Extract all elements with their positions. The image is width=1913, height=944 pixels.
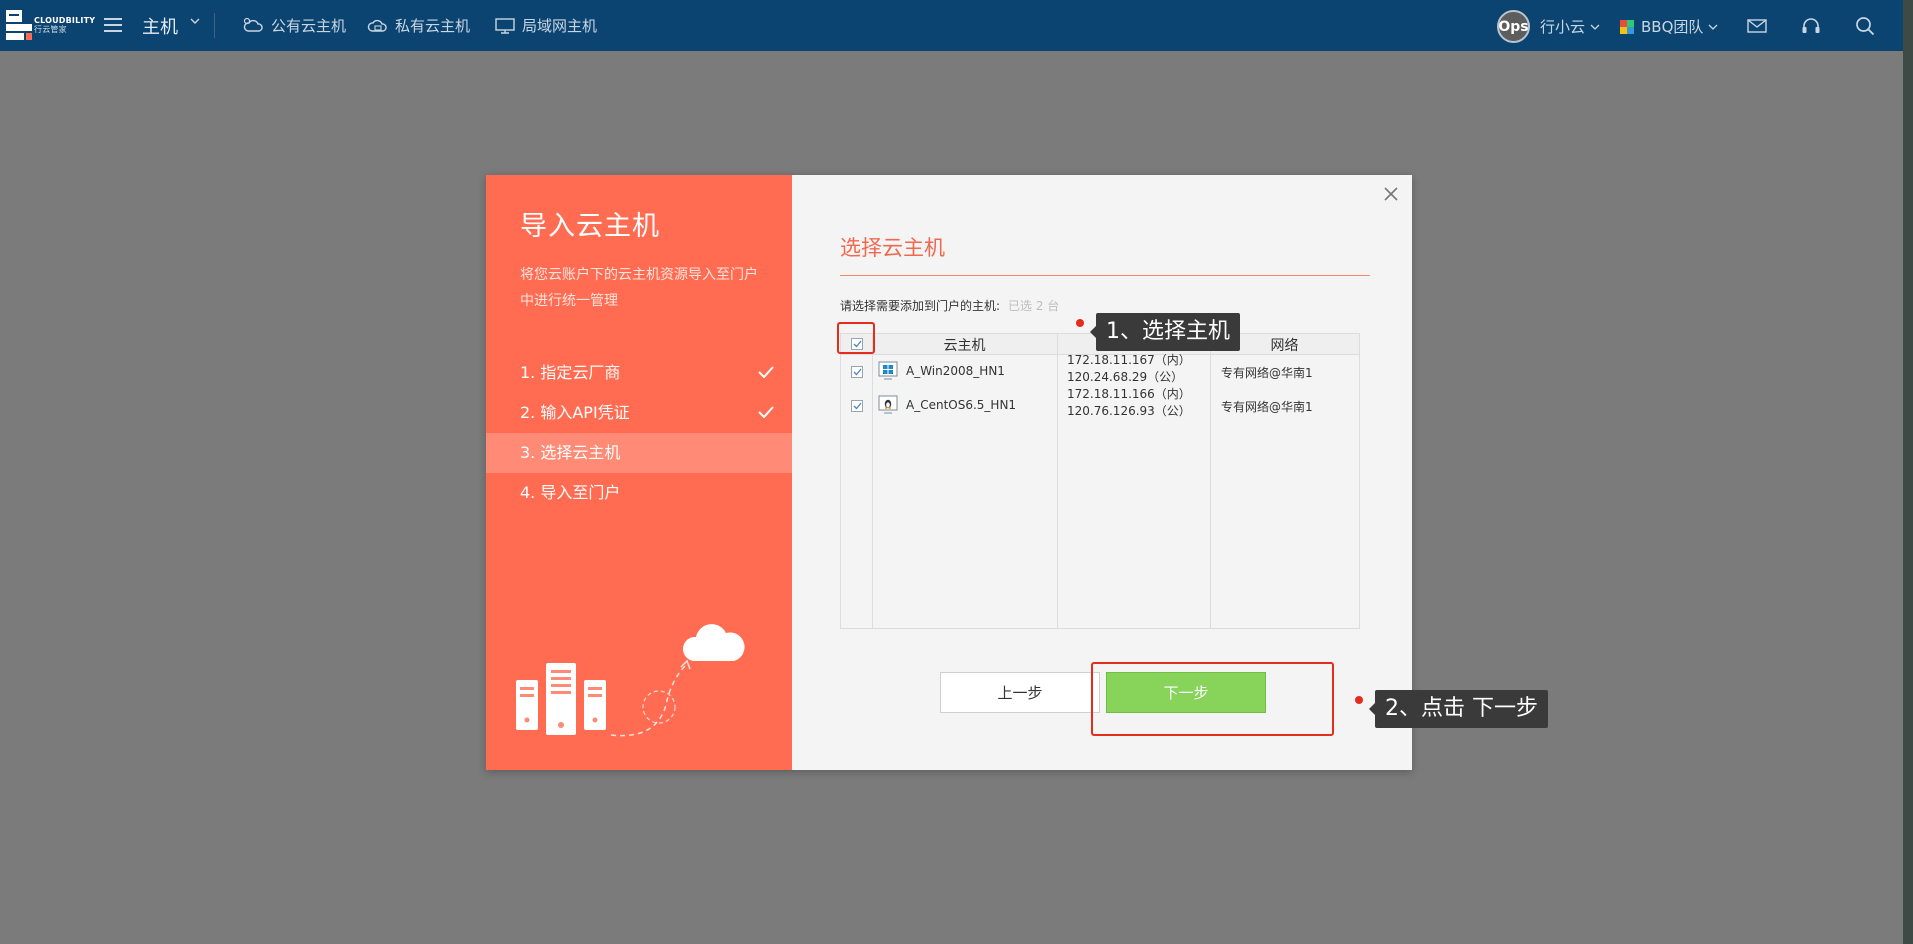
wizard-step-2: 2. 输入API凭证: [486, 393, 792, 433]
highlight-next-button: [1091, 662, 1334, 736]
ip-public: 120.76.126.93（公）: [1067, 404, 1191, 418]
host-name: A_Win2008_HN1: [906, 364, 1005, 378]
team-menu[interactable]: BBQ团队: [1620, 16, 1720, 37]
user-name: 行小云: [1540, 18, 1586, 36]
wizard-steps: 1. 指定云厂商 2. 输入API凭证 3. 选择云主机 4. 导入至门户: [486, 353, 792, 513]
headset-icon[interactable]: [1800, 15, 1822, 37]
row-checkbox[interactable]: [851, 366, 863, 378]
user-menu[interactable]: 行小云: [1540, 16, 1602, 37]
previous-step-button[interactable]: 上一步: [940, 672, 1100, 713]
windows-icon: [878, 361, 898, 381]
title-divider: [840, 275, 1370, 276]
table-row-host-name: A_Win2008_HN1: [878, 361, 1005, 381]
step-label: 1. 指定云厂商: [520, 363, 621, 382]
step-title: 选择云主机: [840, 236, 945, 260]
ip-inner: 172.18.11.166（内）: [1067, 387, 1191, 401]
public-cloud-icon: [243, 17, 263, 32]
server-cloud-illustration-icon: [516, 624, 745, 737]
top-navigation-bar: CLOUDBILITY 行云管家 主机 公有云主机 私有云主机 局域网主机 Op…: [0, 0, 1903, 51]
chevron-down-icon: [1590, 24, 1600, 30]
team-icon: [1620, 19, 1634, 34]
column-divider: [1210, 334, 1211, 628]
nav-label: 公有云主机: [271, 17, 347, 35]
brand-text: CLOUDBILITY 行云管家: [34, 16, 95, 34]
cloudbility-logo-icon: [6, 10, 32, 40]
wizard-step-1: 1. 指定云厂商: [486, 353, 792, 393]
row-checkbox[interactable]: [851, 400, 863, 412]
wizard-sidebar: 导入云主机 将您云账户下的云主机资源导入至门户中进行统一管理 1. 指定云厂商 …: [486, 175, 792, 770]
table-row-ip: 172.18.11.166（内） 120.76.126.93（公）: [1067, 386, 1191, 420]
hamburger-menu-icon[interactable]: [104, 15, 124, 35]
prompt-text: 请选择需要添加到门户的主机:: [840, 299, 1001, 313]
nav-public-cloud-host[interactable]: 公有云主机: [243, 15, 346, 36]
private-cloud-icon: [367, 19, 387, 32]
annotation-dot: [1076, 319, 1084, 327]
table-row-host-name: A_CentOS6.5_HN1: [878, 395, 1016, 415]
team-name: BBQ团队: [1641, 18, 1704, 36]
avatar[interactable]: Ops: [1497, 10, 1530, 43]
wizard-title: 导入云主机: [520, 211, 660, 242]
search-icon[interactable]: [1854, 15, 1876, 37]
host-name: A_CentOS6.5_HN1: [906, 398, 1017, 412]
window-edge: [1903, 0, 1913, 944]
checkmark-icon: [853, 368, 862, 376]
nav-label: 私有云主机: [395, 17, 471, 35]
host-table: 云主机 IP 网络 A_Win2008_HN1 172.18.11.167（内）…: [840, 333, 1360, 629]
wizard-description: 将您云账户下的云主机资源导入至门户中进行统一管理: [520, 267, 758, 309]
step-label: 2. 输入API凭证: [520, 403, 630, 422]
table-row-network: 专有网络@华南1: [1221, 400, 1313, 414]
ip-public: 120.24.68.29（公）: [1067, 370, 1184, 384]
column-header-host: 云主机: [943, 338, 986, 354]
annotation-tip-click-next: 2、点击 下一步: [1369, 690, 1548, 728]
linux-icon: [878, 395, 898, 415]
wizard-step-3: 3. 选择云主机: [486, 433, 792, 473]
step-label: 4. 导入至门户: [520, 483, 621, 502]
column-divider: [872, 334, 873, 628]
brand-subtitle: 行云管家: [34, 25, 67, 34]
checkmark-icon: [853, 402, 862, 410]
highlight-select-all: [837, 322, 875, 354]
brand-name: CLOUDBILITY: [34, 16, 96, 25]
mail-icon[interactable]: [1746, 15, 1768, 37]
annotation-dot: [1355, 696, 1363, 704]
nav-divider: [214, 13, 215, 38]
table-row-ip: 172.18.11.167（内） 120.24.68.29（公）: [1067, 352, 1191, 386]
checkmark-icon: [758, 353, 774, 393]
checkmark-icon: [758, 393, 774, 433]
ip-inner: 172.18.11.167（内）: [1067, 353, 1191, 367]
selected-count: 已选 2 台: [1008, 299, 1060, 313]
nav-label: 局域网主机: [522, 17, 598, 35]
brand-logo[interactable]: CLOUDBILITY 行云管家: [6, 8, 98, 42]
annotation-tip-select-host: 1、选择主机: [1090, 313, 1240, 351]
nav-private-cloud-host[interactable]: 私有云主机: [367, 15, 470, 36]
chevron-down-icon[interactable]: [190, 18, 200, 24]
table-row-network: 专有网络@华南1: [1221, 366, 1313, 380]
column-divider: [1057, 334, 1058, 628]
step-label: 3. 选择云主机: [520, 443, 621, 462]
wizard-step-4: 4. 导入至门户: [486, 473, 792, 513]
lan-host-icon: [495, 17, 515, 34]
section-title[interactable]: 主机: [142, 13, 178, 39]
nav-lan-host[interactable]: 局域网主机: [494, 15, 597, 36]
close-icon[interactable]: [1380, 183, 1402, 205]
select-prompt: 请选择需要添加到门户的主机: 已选 2 台: [840, 297, 1059, 314]
chevron-down-icon: [1708, 24, 1718, 30]
